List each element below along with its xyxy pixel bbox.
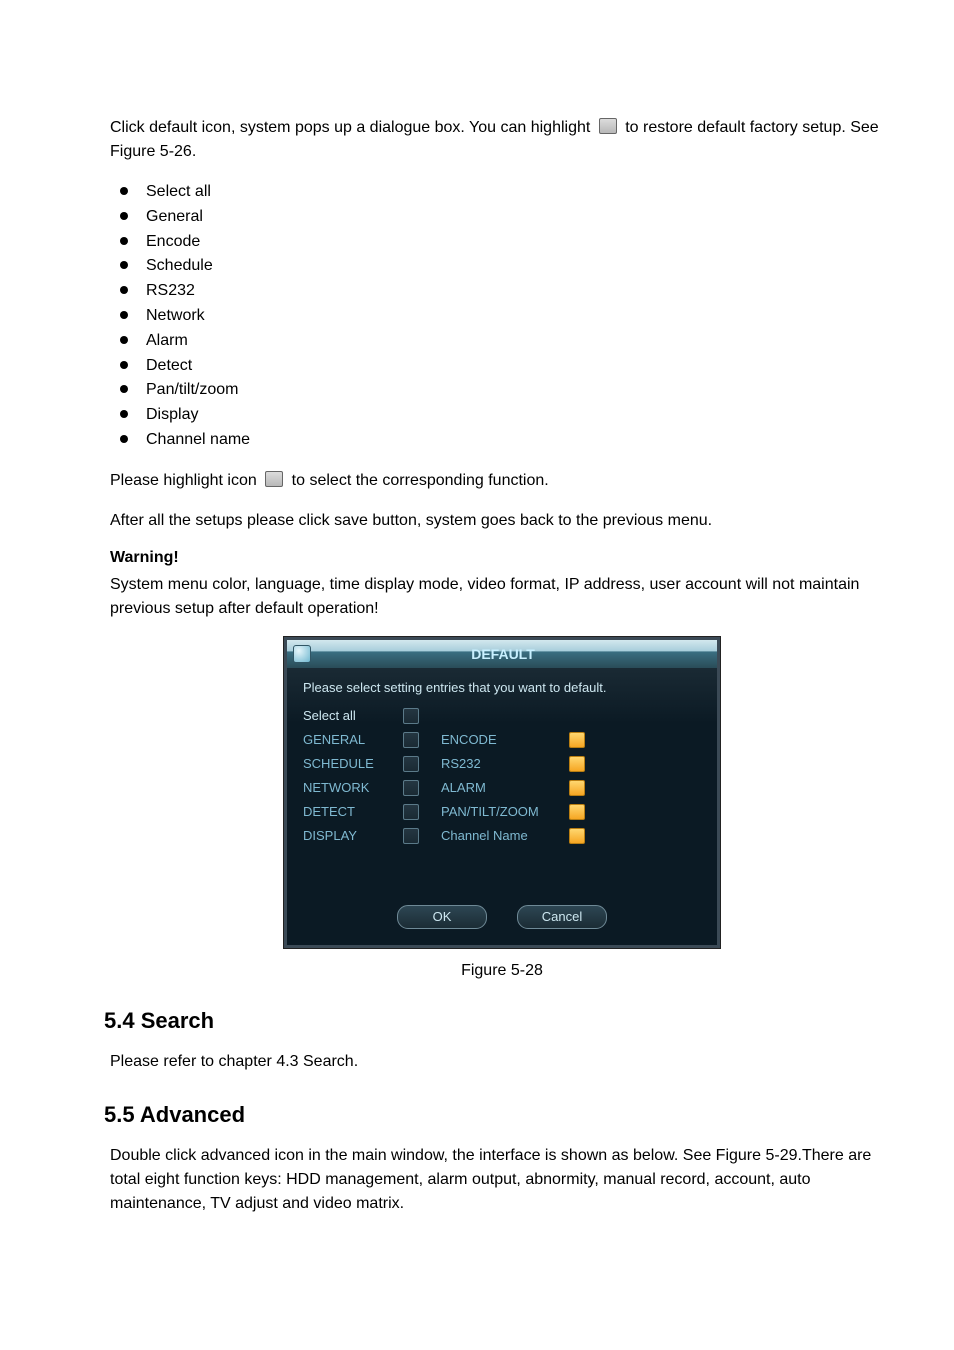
option-label-channelname[interactable]: Channel Name — [441, 827, 551, 845]
spacer-row — [569, 707, 589, 725]
spacer-row — [441, 707, 551, 725]
checkbox-network[interactable] — [403, 780, 419, 796]
dialog-body: Please select setting entries that you w… — [287, 668, 717, 945]
option-label-select-all[interactable]: Select all — [303, 707, 385, 725]
list-item-label: Pan/tilt/zoom — [146, 381, 238, 398]
right-check-column — [569, 707, 589, 845]
default-dialog-figure: DEFAULT Please select setting entries th… — [110, 637, 894, 948]
option-label-encode[interactable]: ENCODE — [441, 731, 551, 749]
section-heading-advanced: 5.5 Advanced — [104, 1102, 894, 1128]
list-item: Network — [110, 304, 894, 329]
search-body: Please refer to chapter 4.3 Search. — [110, 1050, 894, 1074]
checkbox-detect[interactable] — [403, 804, 419, 820]
checkbox-pantiltzoom[interactable] — [569, 804, 585, 820]
list-item: Schedule — [110, 254, 894, 279]
intro-text-before: Click default icon, system pops up a dia… — [110, 119, 595, 136]
checkbox-channelname[interactable] — [569, 828, 585, 844]
option-label-detect[interactable]: DETECT — [303, 803, 385, 821]
list-item: RS232 — [110, 279, 894, 304]
highlight-box-icon — [265, 471, 283, 487]
figure-caption: Figure 5-28 — [110, 962, 894, 980]
section-heading-search: 5.4 Search — [104, 1008, 894, 1034]
default-dialog: DEFAULT Please select setting entries th… — [284, 637, 720, 948]
highlight-text-after: to select the corresponding function. — [292, 472, 549, 489]
list-item-label: Alarm — [146, 332, 188, 349]
list-item-label: Display — [146, 406, 198, 423]
highlight-text-before: Please highlight icon — [110, 472, 261, 489]
option-label-rs232[interactable]: RS232 — [441, 755, 551, 773]
dialog-options-grid: Select all GENERAL SCHEDULE NETWORK DETE… — [303, 707, 701, 845]
checkbox-general[interactable] — [403, 732, 419, 748]
list-item: General — [110, 205, 894, 230]
list-item: Encode — [110, 230, 894, 255]
cancel-button[interactable]: Cancel — [517, 905, 607, 929]
checkbox-rs232[interactable] — [569, 756, 585, 772]
list-item-label: RS232 — [146, 282, 195, 299]
list-item-label: Network — [146, 307, 205, 324]
list-item-label: Select all — [146, 183, 211, 200]
intro-paragraph: Click default icon, system pops up a dia… — [110, 116, 894, 164]
checkbox-display[interactable] — [403, 828, 419, 844]
left-check-column — [403, 707, 423, 845]
list-item-label: Encode — [146, 233, 200, 250]
list-item: Pan/tilt/zoom — [110, 378, 894, 403]
left-label-column: Select all GENERAL SCHEDULE NETWORK DETE… — [303, 707, 385, 845]
option-label-pantiltzoom[interactable]: PAN/TILT/ZOOM — [441, 803, 551, 821]
checkbox-schedule[interactable] — [403, 756, 419, 772]
warning-body: System menu color, language, time displa… — [110, 573, 894, 621]
list-item: Channel name — [110, 428, 894, 453]
checkbox-select-all[interactable] — [403, 708, 419, 724]
list-item-label: Channel name — [146, 431, 250, 448]
save-note: After all the setups please click save b… — [110, 509, 894, 533]
list-item: Display — [110, 403, 894, 428]
list-item-label: General — [146, 208, 203, 225]
dialog-title: DEFAULT — [295, 646, 711, 662]
dialog-titlebar: DEFAULT — [287, 640, 717, 668]
highlight-box-icon — [599, 118, 617, 134]
checkbox-alarm[interactable] — [569, 780, 585, 796]
list-item: Alarm — [110, 329, 894, 354]
option-label-network[interactable]: NETWORK — [303, 779, 385, 797]
dialog-instruction: Please select setting entries that you w… — [303, 680, 701, 695]
advanced-body: Double click advanced icon in the main w… — [110, 1144, 894, 1216]
default-options-list: Select all General Encode Schedule RS232… — [110, 180, 894, 453]
right-label-column: ENCODE RS232 ALARM PAN/TILT/ZOOM Channel… — [441, 707, 551, 845]
option-label-general[interactable]: GENERAL — [303, 731, 385, 749]
dialog-button-row: OK Cancel — [303, 905, 701, 929]
option-label-alarm[interactable]: ALARM — [441, 779, 551, 797]
list-item-label: Schedule — [146, 257, 213, 274]
highlight-paragraph: Please highlight icon to select the corr… — [110, 469, 894, 493]
list-item: Select all — [110, 180, 894, 205]
warning-heading: Warning! — [110, 549, 894, 567]
option-label-display[interactable]: DISPLAY — [303, 827, 385, 845]
ok-button[interactable]: OK — [397, 905, 487, 929]
option-label-schedule[interactable]: SCHEDULE — [303, 755, 385, 773]
list-item-label: Detect — [146, 357, 192, 374]
checkbox-encode[interactable] — [569, 732, 585, 748]
list-item: Detect — [110, 354, 894, 379]
